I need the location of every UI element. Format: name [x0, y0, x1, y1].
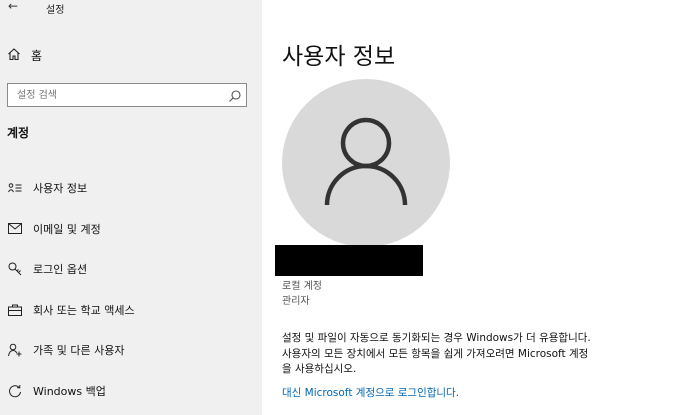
window-title: 설정: [46, 5, 65, 16]
briefcase-icon: [7, 302, 23, 318]
search-box[interactable]: [7, 83, 247, 107]
user-avatar: [282, 79, 450, 247]
nav-item-family-users[interactable]: 가족 및 다른 사용자: [0, 330, 262, 371]
sync-info-line: 사용자의 모든 장치에서 모든 항목을 쉽게 가져오려면 Microsoft 계…: [282, 347, 589, 360]
nav-item-label: Windows 백업: [33, 384, 106, 398]
nav-item-label: 사용자 정보: [33, 182, 88, 196]
nav-item-label: 회사 또는 학교 액세스: [33, 303, 135, 317]
nav-item-your-info[interactable]: 사용자 정보: [0, 168, 262, 209]
account-nav-list: 사용자 정보 이메일 및 계정 로그인 옵션 회사 또는 학교 액세스 가족 및…: [0, 168, 262, 411]
nav-item-email-accounts[interactable]: 이메일 및 계정: [0, 209, 262, 250]
back-arrow-icon[interactable]: ←: [8, 0, 18, 13]
add-person-icon: [7, 342, 23, 358]
home-nav-item[interactable]: 홈: [7, 44, 42, 66]
person-card-icon: [7, 180, 23, 196]
sync-info-line: 을 사용하십시오.: [282, 363, 357, 375]
page-title: 사용자 정보: [282, 44, 396, 70]
sync-icon: [7, 383, 23, 399]
sync-info-line: 설정 및 파일이 자동으로 동기화되는 경우 Windows가 더 유용합니다.: [282, 332, 591, 344]
nav-item-label: 이메일 및 계정: [33, 222, 101, 236]
search-input[interactable]: [8, 84, 218, 106]
sync-info-text: 설정 및 파일이 자동으로 동기화되는 경우 Windows가 더 유용합니다.…: [282, 331, 677, 378]
mail-icon: [7, 221, 23, 237]
sidebar: ← 설정 홈 계정: [0, 0, 262, 415]
redacted-username-block: [275, 245, 423, 276]
key-icon: [7, 261, 23, 277]
microsoft-signin-link[interactable]: 대신 Microsoft 계정으로 로그인합니다.: [282, 385, 459, 400]
nav-item-label: 가족 및 다른 사용자: [33, 344, 125, 358]
user-silhouette-icon: [324, 115, 408, 211]
account-type: 로컬 계정: [282, 281, 322, 292]
account-role: 관리자: [282, 296, 310, 307]
title-bar: ← 설정: [0, 0, 262, 18]
home-icon: [7, 46, 21, 65]
search-icon[interactable]: [228, 88, 242, 107]
nav-item-label: 로그인 옵션: [33, 263, 88, 277]
nav-item-work-school[interactable]: 회사 또는 학교 액세스: [0, 290, 262, 331]
nav-item-windows-backup[interactable]: Windows 백업: [0, 371, 262, 412]
main-content: 사용자 정보 로컬 계정 관리자 설정 및 파일이 자동으로 동기화되는 경우 …: [262, 0, 692, 415]
nav-item-signin-options[interactable]: 로그인 옵션: [0, 249, 262, 290]
home-label: 홈: [31, 48, 43, 63]
section-heading: 계정: [7, 126, 30, 140]
